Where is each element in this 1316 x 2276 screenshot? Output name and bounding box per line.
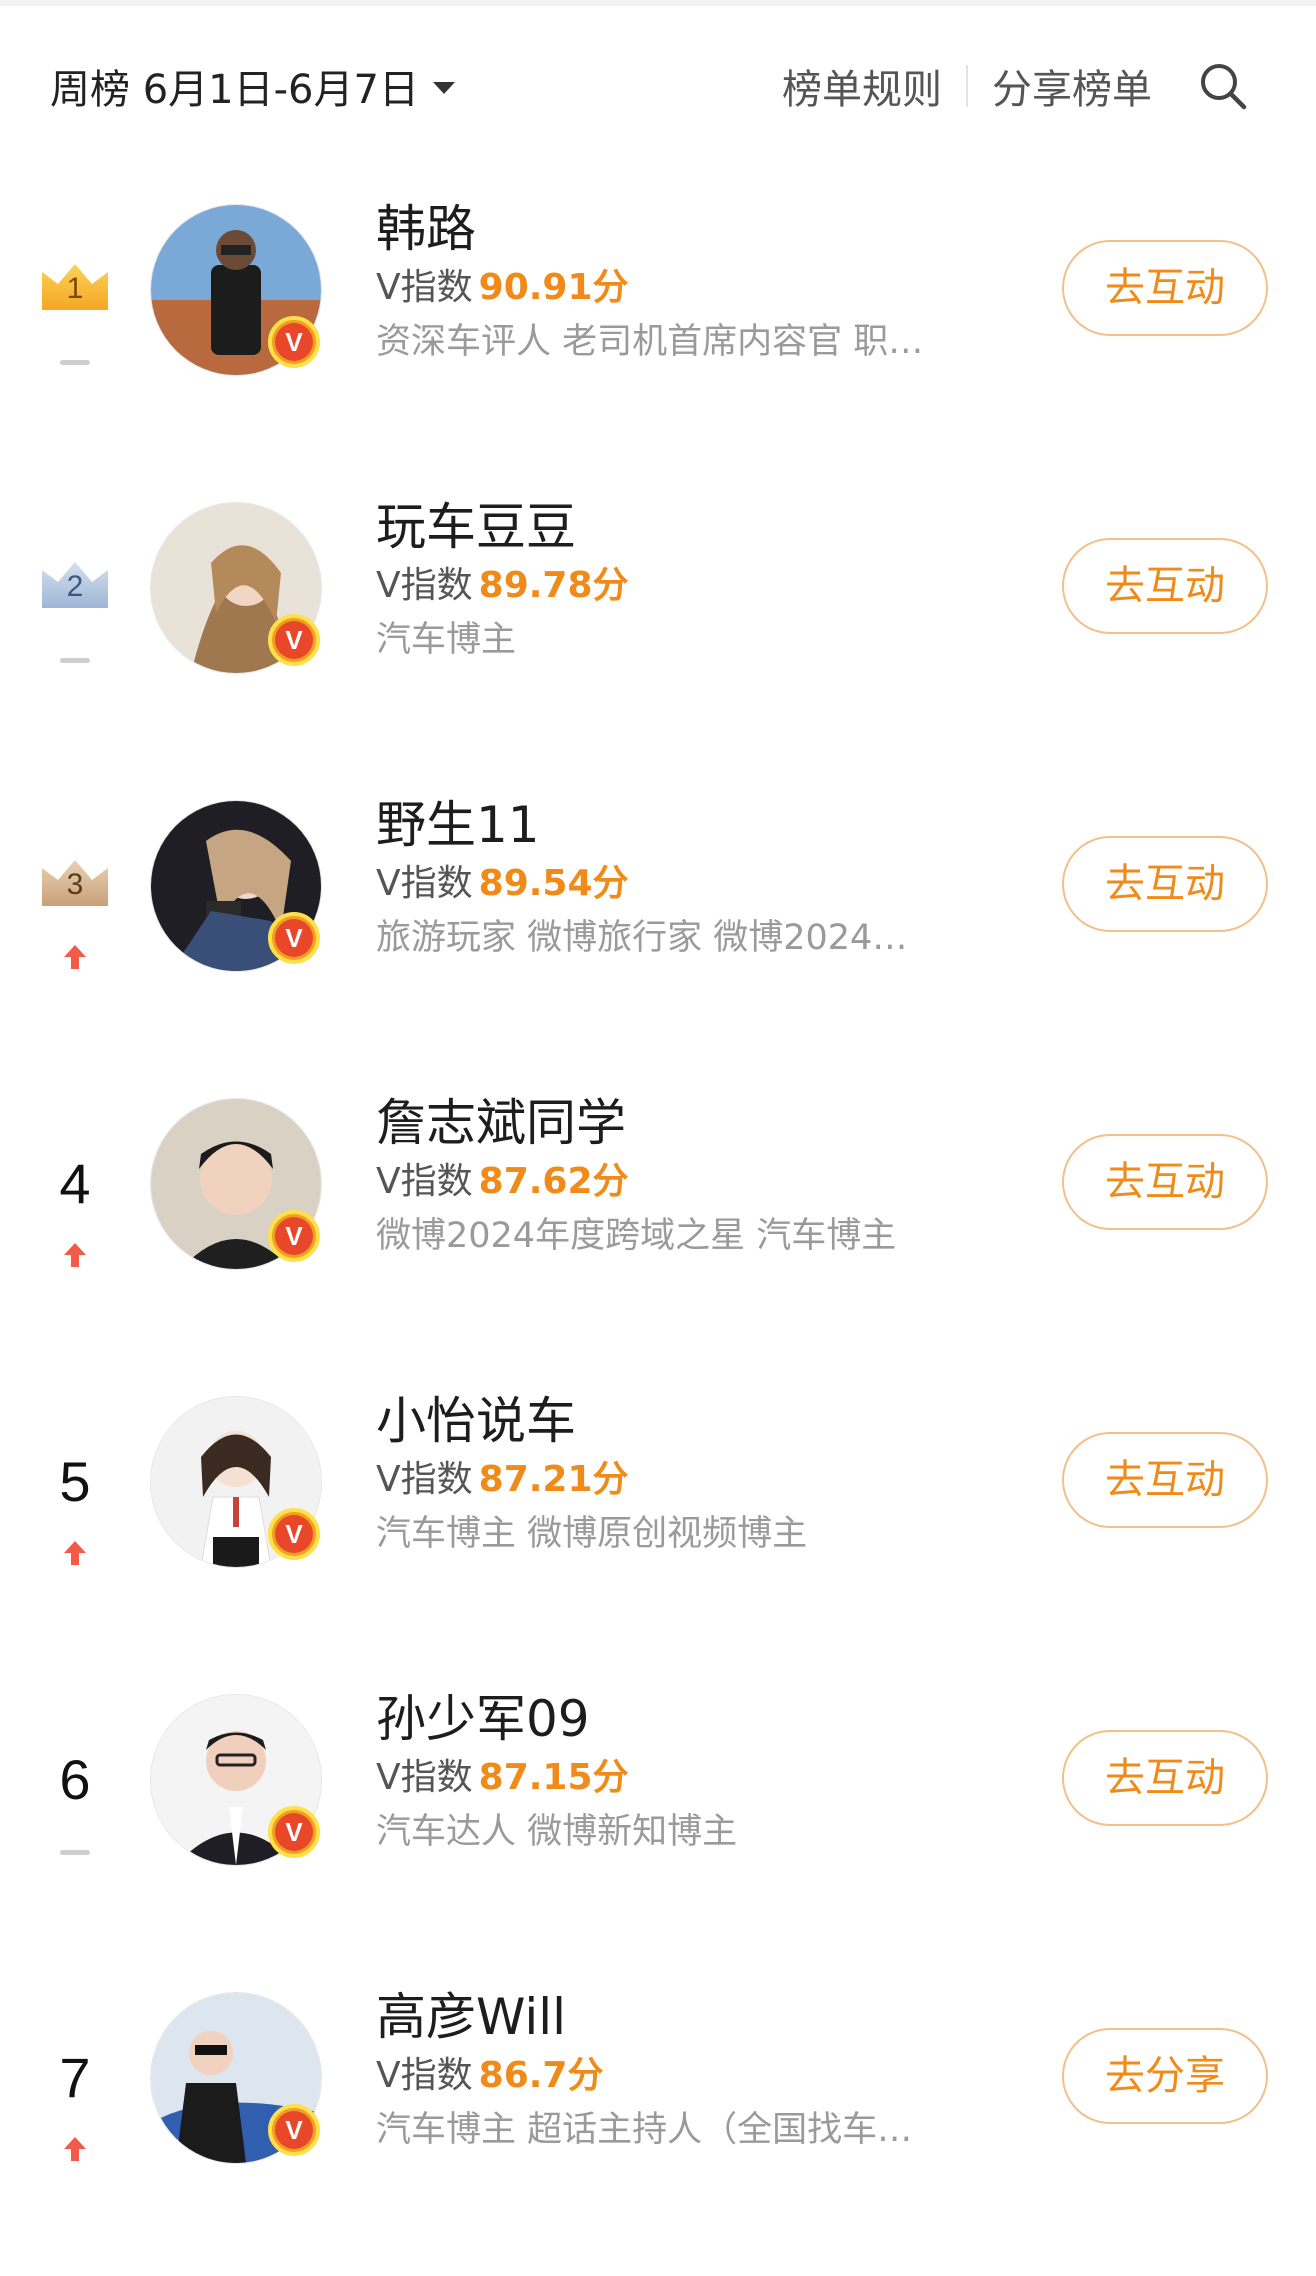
v-index-score: 87.21分 (478, 1459, 629, 1500)
caret-down-icon (432, 82, 455, 94)
v-index: V指数 87.21分 (376, 1454, 996, 1506)
rank-indicator: 4 (38, 1152, 112, 1267)
user-description: 汽车博主 微博原创视频博主 (376, 1514, 808, 1554)
interact-button[interactable]: 去互动 (1062, 1432, 1268, 1528)
rank-number: 2 (66, 570, 84, 603)
rules-link[interactable]: 榜单规则 (782, 57, 942, 115)
user-info: 孙少军09 V指数 87.15分 汽车达人 微博新知博主 (376, 1686, 996, 1860)
interact-button[interactable]: 去互动 (1062, 1730, 1268, 1826)
list-item[interactable]: 1 V 韩路 V指数 90.91分 资深车评人 老司机首席内容官 职… 去互动 (0, 190, 1316, 488)
user-description: 资深车评人 老司机首席内容官 职… (376, 322, 924, 362)
v-index-score: 89.54分 (478, 863, 629, 904)
period-label: 周榜 6月1日-6月7日 (50, 67, 419, 113)
ranking-list: 1 V 韩路 V指数 90.91分 资深车评人 老司机首席内容官 职… 去互动 2… (0, 190, 1316, 2276)
v-index-label: V指数 (376, 1161, 473, 1202)
v-index-label: V指数 (376, 565, 473, 606)
list-item[interactable]: 6 V 孙少军09 V指数 87.15分 汽车达人 微博新知博主 去互动 (0, 1680, 1316, 1978)
user-name[interactable]: 玩车豆豆 (376, 494, 996, 560)
rank-number: 7 (59, 2046, 91, 2109)
rank-indicator: 5 (38, 1450, 112, 1565)
user-name[interactable]: 野生11 (376, 792, 996, 858)
v-index: V指数 87.62分 (376, 1156, 996, 1208)
v-index-score: 87.62分 (478, 1161, 629, 1202)
rank-number: 6 (59, 1748, 91, 1811)
trend-flat-icon (60, 658, 90, 663)
verified-v-icon: V (268, 1508, 320, 1560)
v-index: V指数 89.78分 (376, 560, 996, 612)
verified-v-icon: V (268, 1806, 320, 1858)
user-description: 汽车博主 超话主持人（全国找车… (376, 2110, 913, 2150)
trend-up-icon (64, 1541, 86, 1565)
trend-flat-icon (60, 360, 90, 365)
trend-up-icon (64, 1243, 86, 1267)
user-info: 小怡说车 V指数 87.21分 汽车博主 微博原创视频博主 (376, 1388, 996, 1562)
period-selector[interactable]: 周榜 6月1日-6月7日 (50, 56, 455, 116)
user-info: 高彦Will V指数 86.7分 汽车博主 超话主持人（全国找车… (376, 1984, 996, 2158)
v-index-score: 87.15分 (478, 1757, 629, 1798)
v-index-label: V指数 (376, 267, 473, 308)
v-index-label: V指数 (376, 2055, 473, 2096)
trend-flat-icon (60, 1850, 90, 1855)
list-item[interactable]: 7 V 高彦Will V指数 86.7分 汽车博主 超话主持人（全国找车… 去分享 (0, 1978, 1316, 2276)
rank-number: 5 (59, 1450, 91, 1513)
rank-number: 4 (59, 1152, 91, 1215)
v-index-label: V指数 (376, 1757, 473, 1798)
interact-button[interactable]: 去互动 (1062, 1134, 1268, 1230)
v-index: V指数 87.15分 (376, 1752, 996, 1804)
rank-indicator: 2 (38, 558, 112, 668)
verified-v-icon: V (268, 912, 320, 964)
user-name[interactable]: 小怡说车 (376, 1388, 996, 1454)
share-list-link[interactable]: 分享榜单 (992, 57, 1152, 115)
v-index: V指数 89.54分 (376, 858, 996, 910)
verified-v-icon: V (268, 316, 320, 368)
rank-indicator: 3 (38, 856, 112, 969)
verified-v-icon: V (268, 614, 320, 666)
list-item[interactable]: 4 V 詹志斌同学 V指数 87.62分 微博2024年度跨域之星 汽车博主 去互… (0, 1084, 1316, 1382)
v-index: V指数 86.7分 (376, 2050, 996, 2102)
v-index-label: V指数 (376, 1459, 473, 1500)
user-description: 汽车博主 (376, 620, 517, 660)
verified-v-icon: V (268, 1210, 320, 1262)
user-name[interactable]: 高彦Will (376, 1984, 996, 2050)
user-info: 韩路 V指数 90.91分 资深车评人 老司机首席内容官 职… (376, 196, 996, 370)
interact-button[interactable]: 去互动 (1062, 240, 1268, 336)
header-divider (966, 65, 968, 107)
user-name[interactable]: 詹志斌同学 (376, 1090, 996, 1156)
user-name[interactable]: 孙少军09 (376, 1686, 996, 1752)
user-info: 詹志斌同学 V指数 87.62分 微博2024年度跨域之星 汽车博主 (376, 1090, 996, 1264)
interact-button[interactable]: 去互动 (1062, 538, 1268, 634)
verified-v-icon: V (268, 2104, 320, 2156)
rank-number: 1 (66, 272, 84, 305)
user-info: 野生11 V指数 89.54分 旅游玩家 微博旅行家 微博2024… (376, 792, 996, 966)
list-item[interactable]: 2 V 玩车豆豆 V指数 89.78分 汽车博主 去互动 (0, 488, 1316, 786)
user-name[interactable]: 韩路 (376, 196, 996, 262)
rank-number: 3 (66, 868, 84, 901)
user-info: 玩车豆豆 V指数 89.78分 汽车博主 (376, 494, 996, 668)
rank-indicator: 7 (38, 2046, 112, 2161)
v-index-label: V指数 (376, 863, 473, 904)
v-index-score: 86.7分 (478, 2055, 604, 2096)
v-index-score: 89.78分 (478, 565, 629, 606)
search-icon[interactable] (1196, 59, 1250, 113)
user-description: 汽车达人 微博新知博主 (376, 1812, 738, 1852)
list-item[interactable]: 5 V 小怡说车 V指数 87.21分 汽车博主 微博原创视频博主 去互动 (0, 1382, 1316, 1680)
v-index-score: 90.91分 (478, 267, 629, 308)
header-actions: 榜单规则 分享榜单 (782, 56, 1250, 116)
user-description: 微博2024年度跨域之星 汽车博主 (376, 1216, 897, 1256)
interact-button[interactable]: 去分享 (1062, 2028, 1268, 2124)
trend-up-icon (64, 945, 86, 969)
rank-indicator: 1 (38, 260, 112, 370)
list-item[interactable]: 3 V 野生11 V指数 89.54分 旅游玩家 微博旅行家 微博2024… 去互… (0, 786, 1316, 1084)
rank-indicator: 6 (38, 1750, 112, 1860)
v-index: V指数 90.91分 (376, 262, 996, 314)
ranking-header: 周榜 6月1日-6月7日 榜单规则 分享榜单 (0, 6, 1316, 156)
interact-button[interactable]: 去互动 (1062, 836, 1268, 932)
user-description: 旅游玩家 微博旅行家 微博2024… (376, 918, 908, 958)
trend-up-icon (64, 2137, 86, 2161)
